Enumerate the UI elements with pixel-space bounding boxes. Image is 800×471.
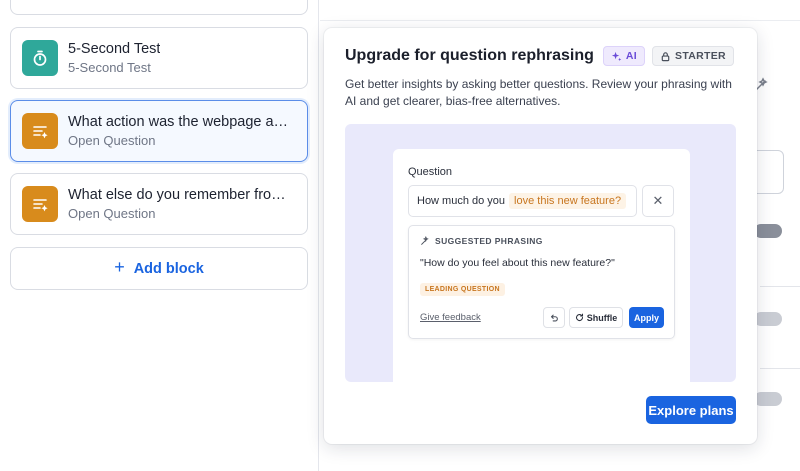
popover-title: Upgrade for question rephrasing <box>345 47 594 64</box>
explore-plans-button[interactable]: Explore plans <box>646 396 736 424</box>
block-title: 5-Second Test <box>68 41 161 57</box>
block-list-pane: 5-Second Test 5-Second Test What action … <box>0 0 319 471</box>
feature-illustration: Question How much do you love this new f… <box>345 124 736 382</box>
plus-icon: + <box>114 257 125 277</box>
popover-description: Get better insights by asking better que… <box>345 77 732 108</box>
toggle-switch[interactable] <box>754 312 782 326</box>
block-type: 5-Second Test <box>68 60 151 75</box>
divider <box>760 368 800 369</box>
block-card-5-second-test[interactable]: 5-Second Test 5-Second Test <box>10 27 308 89</box>
block-type: Open Question <box>68 206 156 221</box>
rephrase-icon <box>421 236 429 245</box>
mock-question-input: How much do you love this new feature? <box>408 185 637 217</box>
plan-badge-label: STARTER <box>675 50 726 62</box>
give-feedback-link: Give feedback <box>420 312 481 323</box>
toggle-switch[interactable] <box>754 224 782 238</box>
apply-button: Apply <box>629 307 664 328</box>
add-block-label: Add block <box>133 260 204 277</box>
open-question-icon <box>22 186 58 222</box>
block-card-open-question-1[interactable]: What action was the webpage asking you t… <box>10 100 308 162</box>
toggle-switch[interactable] <box>754 392 782 406</box>
shuffle-button: Shuffle <box>569 307 623 328</box>
close-icon: ✕ <box>642 185 674 217</box>
sparkle-icon <box>611 51 622 61</box>
suggestion-heading-label: SUGGESTED PHRASING <box>435 236 543 246</box>
divider <box>320 20 800 21</box>
block-card-open-question-2[interactable]: What else do you remember from the webpa… <box>10 173 308 235</box>
mock-suggestion-box: SUGGESTED PHRASING "How do you feel abou… <box>408 225 675 339</box>
undo-icon <box>543 307 565 328</box>
block-title: What action was the webpage asking you t… <box>68 114 290 130</box>
leading-question-tag: LEADING QUESTION <box>420 283 505 296</box>
block-title: What else do you remember from the webpa… <box>68 187 290 203</box>
open-question-icon <box>22 113 58 149</box>
lock-icon <box>661 51 670 61</box>
mock-question-label: Question <box>408 166 453 178</box>
mock-question-card: Question How much do you love this new f… <box>393 149 690 382</box>
mock-input-highlight: love this new feature? <box>509 193 627 209</box>
mock-input-text: How much do you <box>417 195 506 207</box>
shuffle-label: Shuffle <box>586 312 618 323</box>
ai-badge: AI <box>602 46 646 66</box>
add-block-button[interactable]: + Add block <box>10 247 308 290</box>
timer-icon <box>22 40 58 76</box>
suggestion-text: "How do you feel about this new feature?… <box>420 257 615 269</box>
block-type: Open Question <box>68 133 156 148</box>
ai-badge-label: AI <box>625 50 638 62</box>
block-card-previous[interactable] <box>10 0 308 15</box>
upgrade-popover: Upgrade for question rephrasing AI START… <box>324 28 757 444</box>
refresh-icon <box>575 313 583 322</box>
suggestion-heading: SUGGESTED PHRASING <box>420 236 543 246</box>
divider <box>760 286 800 287</box>
plan-badge: STARTER <box>652 46 734 66</box>
